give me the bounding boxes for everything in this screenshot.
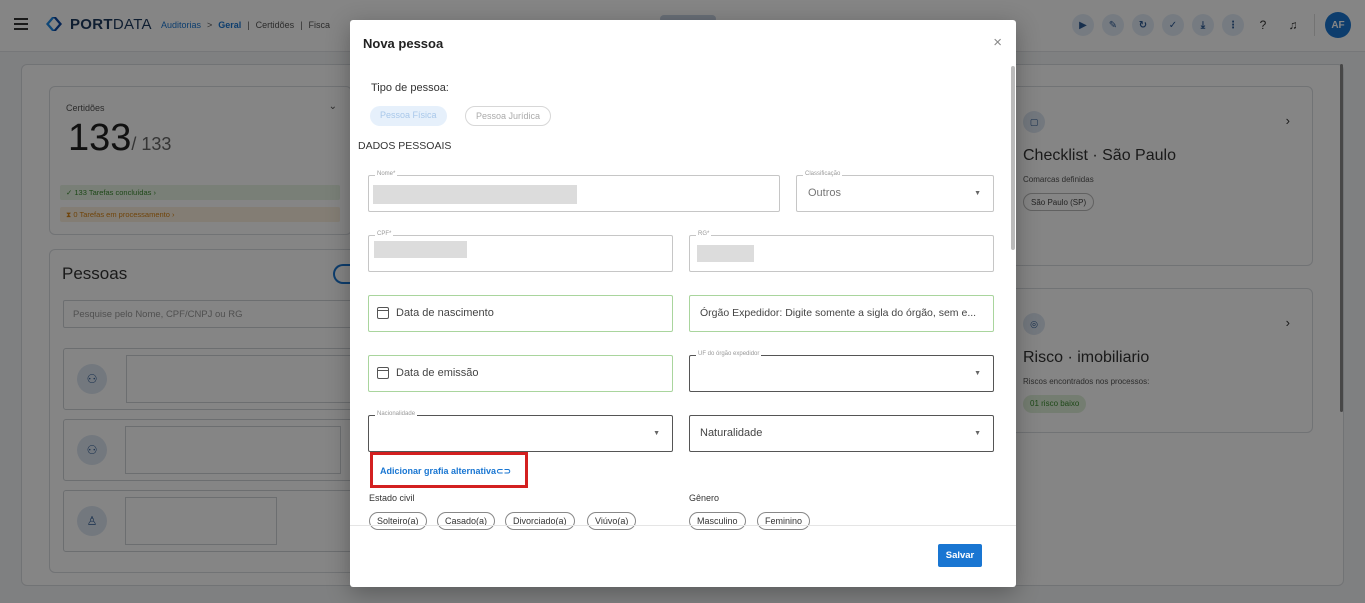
estado-civil-viuvo[interactable]: Viúvo(a) <box>587 512 637 530</box>
orgao-expedidor-placeholder: Órgão Expedidor: Digite somente a sigla … <box>700 307 977 319</box>
nome-field[interactable]: Nome* <box>368 171 780 212</box>
estado-civil-divorciado[interactable]: Divorciado(a) <box>505 512 575 530</box>
nome-value-redacted <box>373 185 577 204</box>
data-emissao-field[interactable]: Data de emissão <box>368 355 673 392</box>
rg-field[interactable]: RG* <box>689 231 994 272</box>
tipo-pessoa-label: Tipo de pessoa: <box>371 82 449 94</box>
link-icon: ⊂⊃ <box>496 466 512 476</box>
estado-civil-solteiro[interactable]: Solteiro(a) <box>369 512 427 530</box>
nome-label: Nome* <box>375 171 398 177</box>
rg-value-redacted <box>697 245 754 262</box>
uf-label: UF do órgão expedidor <box>696 351 762 357</box>
modal-scrollbar[interactable] <box>1011 66 1015 250</box>
estado-civil-casado[interactable]: Casado(a) <box>437 512 496 530</box>
nacionalidade-label: Nacionalidade <box>375 411 418 417</box>
orgao-expedidor-field[interactable]: Órgão Expedidor: Digite somente a sigla … <box>689 295 994 332</box>
tipo-fisica-chip[interactable]: Pessoa Física <box>370 106 447 126</box>
caret-down-icon: ▼ <box>974 190 981 197</box>
caret-down-icon: ▼ <box>653 430 660 437</box>
naturalidade-placeholder: Naturalidade <box>700 427 763 439</box>
modal-footer-divider <box>350 525 1016 526</box>
caret-down-icon: ▼ <box>974 430 981 437</box>
classificacao-value: Outros <box>808 187 842 199</box>
calendar-icon[interactable] <box>377 307 389 319</box>
genero-feminino[interactable]: Feminino <box>757 512 811 530</box>
naturalidade-select[interactable]: Naturalidade ▼ <box>689 415 994 452</box>
data-nascimento-placeholder: Data de nascimento <box>396 307 494 319</box>
modal-title: Nova pessoa <box>363 36 444 51</box>
close-icon[interactable]: × <box>993 34 1002 51</box>
adicionar-grafia-alternativa-link[interactable]: Adicionar grafia alternativa⊂⊃ <box>380 466 511 477</box>
cpf-label: CPF* <box>375 231 394 237</box>
estado-civil-label: Estado civil <box>369 493 415 503</box>
nacionalidade-select[interactable]: Nacionalidade ▼ <box>368 411 673 452</box>
uf-orgao-select[interactable]: UF do órgão expedidor ▼ <box>689 351 994 392</box>
classificacao-label: Classificação <box>803 171 843 177</box>
caret-down-icon: ▼ <box>974 370 981 377</box>
classificacao-select[interactable]: Classificação Outros ▼ <box>796 171 994 212</box>
genero-masculino[interactable]: Masculino <box>689 512 746 530</box>
cpf-value-redacted <box>374 241 467 258</box>
calendar-icon[interactable] <box>377 367 389 379</box>
cpf-field[interactable]: CPF* <box>368 231 673 272</box>
data-emissao-placeholder: Data de emissão <box>396 367 479 379</box>
data-nascimento-field[interactable]: Data de nascimento <box>368 295 673 332</box>
tipo-juridica-chip[interactable]: Pessoa Jurídica <box>465 106 552 126</box>
rg-label: RG* <box>696 231 712 237</box>
dados-pessoais-heading: DADOS PESSOAIS <box>358 140 452 152</box>
save-button[interactable]: Salvar <box>938 544 982 567</box>
genero-label: Gênero <box>689 493 720 503</box>
nova-pessoa-modal: Nova pessoa × Tipo de pessoa: Pessoa Fís… <box>350 20 1016 587</box>
